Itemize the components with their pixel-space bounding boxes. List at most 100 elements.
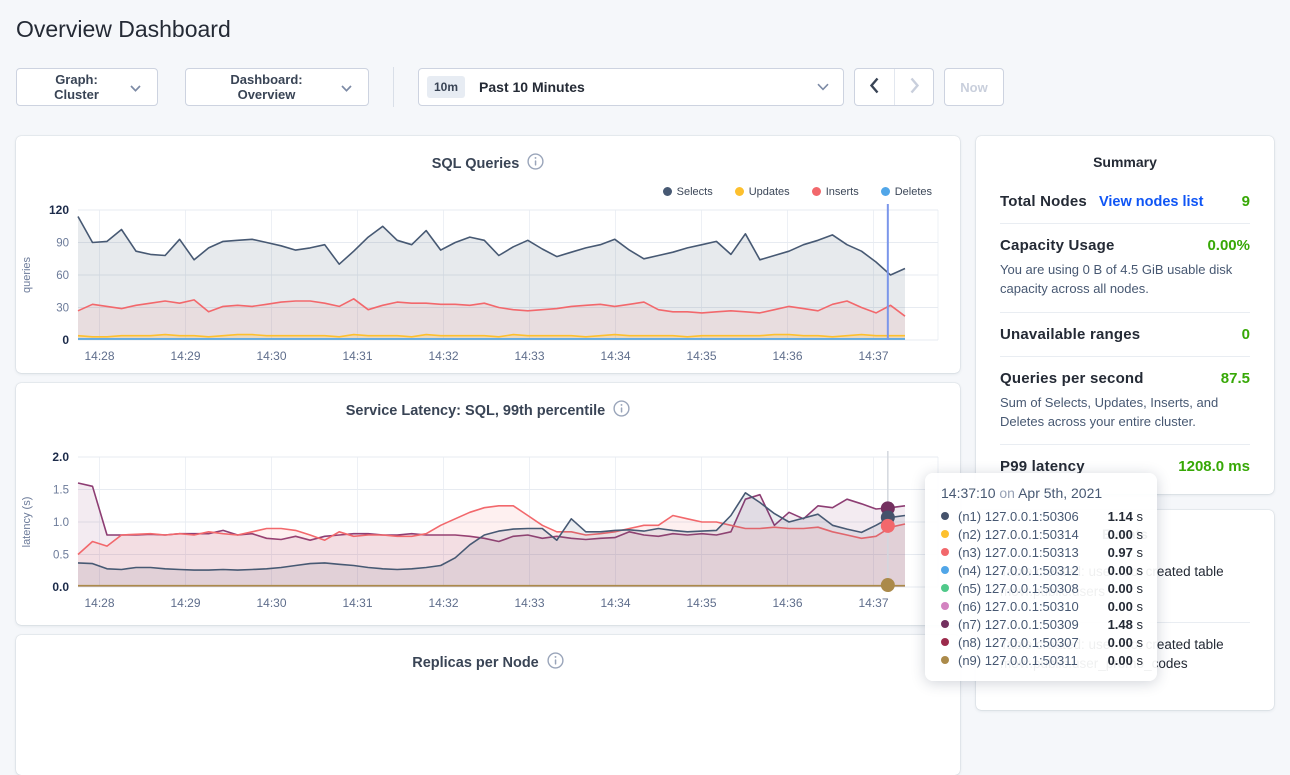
- svg-text:0: 0: [62, 333, 69, 347]
- legend-item[interactable]: Deletes: [881, 183, 932, 200]
- tooltip-date: Apr 5th, 2021: [1018, 485, 1102, 501]
- summary-label: Queries per second: [1000, 370, 1144, 387]
- legend-label: Updates: [749, 186, 790, 198]
- summary-row: Capacity Usage0.00%You are using 0 B of …: [1000, 223, 1250, 312]
- time-range-badge: 10m: [427, 76, 465, 98]
- svg-text:14:35: 14:35: [686, 596, 716, 610]
- dashboard-dropdown[interactable]: Dashboard: Overview: [185, 68, 369, 106]
- tooltip-node-value: 0.00 s: [1108, 599, 1143, 614]
- summary-value: 0: [1242, 326, 1250, 343]
- tooltip-node-label: (n7) 127.0.0.1:50309: [958, 617, 1079, 632]
- tooltip-row: (n6) 127.0.0.1:50310 0.00 s: [941, 597, 1143, 615]
- chevron-down-icon: [817, 78, 829, 96]
- tooltip-node-value: 0.00 s: [1108, 581, 1143, 596]
- tooltip-row: (n2) 127.0.0.1:503140.00 s: [941, 525, 1143, 543]
- summary-value: 9: [1242, 193, 1250, 210]
- node-color-dot: [941, 566, 949, 574]
- summary-panel: Summary Total NodesView nodes list9Capac…: [976, 136, 1274, 494]
- summary-label: Total Nodes: [1000, 193, 1087, 210]
- svg-text:14:31: 14:31: [342, 349, 372, 363]
- summary-value: 87.5: [1221, 370, 1250, 387]
- tooltip-node-value: 0.00 s: [1108, 527, 1143, 542]
- summary-value: 0.00%: [1207, 237, 1250, 254]
- legend-dot: [735, 187, 744, 196]
- summary-row: Queries per second87.5Sum of Selects, Up…: [1000, 356, 1250, 445]
- chart-title: Replicas per Node: [412, 655, 539, 671]
- tooltip-node-value: 0.97 s: [1108, 545, 1143, 560]
- tooltip-rows: (n1) 127.0.0.1:50306 1.14 s(n2) 127.0.0.1…: [941, 507, 1143, 669]
- summary-label: Capacity Usage: [1000, 237, 1115, 254]
- svg-text:14:34: 14:34: [600, 349, 630, 363]
- service-latency-panel: Service Latency: SQL, 99th percentile 14…: [16, 383, 960, 625]
- tooltip-time: 14:37:10: [941, 485, 996, 501]
- legend-item[interactable]: Inserts: [812, 183, 859, 200]
- chart-title: Service Latency: SQL, 99th percentile: [346, 403, 606, 419]
- tooltip-node-label: (n6) 127.0.0.1:50310: [958, 599, 1079, 614]
- chevron-right-icon: [909, 77, 920, 97]
- svg-text:14:36: 14:36: [772, 596, 802, 610]
- summary-value: 1208.0 ms: [1178, 458, 1250, 475]
- info-icon[interactable]: [527, 153, 544, 174]
- svg-text:14:28: 14:28: [84, 349, 114, 363]
- charts-column: SQL Queries Selects Updates Inserts Deletes…: [16, 136, 960, 775]
- legend-label: Inserts: [826, 186, 859, 198]
- svg-text:60: 60: [56, 270, 69, 282]
- info-icon[interactable]: [613, 400, 630, 421]
- tooltip-header: 14:37:10 on Apr 5th, 2021: [941, 485, 1143, 501]
- tooltip-node-label: (n1) 127.0.0.1:50306: [958, 509, 1079, 524]
- time-range-selector[interactable]: 10m Past 10 Minutes: [418, 68, 844, 106]
- summary-rows: Total Nodes View nodes list 9 Capacity Usag…: [976, 180, 1274, 488]
- svg-text:90: 90: [56, 238, 69, 250]
- tooltip-node-value: 1.14 s: [1108, 509, 1143, 524]
- tooltip-row: (n7) 127.0.0.1:50309 1.48 s: [941, 615, 1143, 633]
- svg-text:14:29: 14:29: [170, 349, 200, 363]
- tooltip-row: (n9) 127.0.0.1:503110.00 s: [941, 651, 1143, 669]
- svg-text:14:32: 14:32: [428, 349, 458, 363]
- node-color-dot: [941, 512, 949, 520]
- svg-text:14:37: 14:37: [858, 596, 888, 610]
- graph-dropdown-label: Graph: Cluster: [33, 72, 120, 102]
- svg-text:0.0: 0.0: [52, 580, 69, 594]
- summary-row: Unavailable ranges 0: [1000, 312, 1250, 356]
- tooltip-node-value: 1.48 s: [1108, 617, 1143, 632]
- node-color-dot: [941, 530, 949, 538]
- svg-text:14:37: 14:37: [858, 349, 888, 363]
- info-icon[interactable]: [547, 652, 564, 673]
- prev-time-button[interactable]: [855, 69, 894, 105]
- svg-text:14:29: 14:29: [170, 596, 200, 610]
- tooltip-node-value: 0.00 s: [1108, 653, 1143, 668]
- next-time-button[interactable]: [894, 69, 933, 105]
- tooltip-node-label: (n3) 127.0.0.1:50313: [958, 545, 1079, 560]
- chart-title-row: Replicas per Node: [16, 635, 960, 673]
- svg-text:30: 30: [56, 303, 69, 315]
- sql-queries-panel: SQL Queries Selects Updates Inserts Deletes…: [16, 136, 960, 373]
- summary-label: Unavailable ranges: [1000, 326, 1140, 343]
- tooltip-row: (n4) 127.0.0.1:503120.00 s: [941, 561, 1143, 579]
- svg-text:14:31: 14:31: [342, 596, 372, 610]
- dashboard-dropdown-label: Dashboard: Overview: [202, 72, 331, 102]
- chart-title-row: Service Latency: SQL, 99th percentile: [16, 383, 960, 421]
- svg-text:0.5: 0.5: [53, 550, 69, 562]
- legend-item[interactable]: Updates: [735, 183, 790, 200]
- svg-text:latency (s): latency (s): [21, 497, 33, 548]
- toolbar: Graph: Cluster Dashboard: Overview 10m P…: [16, 67, 1274, 107]
- legend-item[interactable]: Selects: [663, 183, 713, 200]
- legend-dot: [881, 187, 890, 196]
- view-nodes-list-link[interactable]: View nodes list: [1099, 194, 1204, 210]
- graph-dropdown[interactable]: Graph: Cluster: [16, 68, 158, 106]
- chart-title: SQL Queries: [432, 156, 520, 172]
- node-color-dot: [941, 548, 949, 556]
- service-latency-chart[interactable]: 14:2814:2914:3014:3114:3214:3314:3414:35…: [16, 447, 960, 623]
- tooltip-node-label: (n5) 127.0.0.1:50308: [958, 581, 1079, 596]
- tooltip-node-label: (n4) 127.0.0.1:50312: [958, 563, 1079, 578]
- node-color-dot: [941, 602, 949, 610]
- chart-hover-tooltip: 14:37:10 on Apr 5th, 2021 (n1) 127.0.0.1…: [925, 473, 1157, 681]
- time-step-buttons: [854, 68, 934, 106]
- svg-text:14:32: 14:32: [428, 596, 458, 610]
- tooltip-row: (n1) 127.0.0.1:50306 1.14 s: [941, 507, 1143, 525]
- svg-text:2.0: 2.0: [52, 450, 69, 464]
- now-button[interactable]: Now: [944, 68, 1004, 106]
- legend-dot: [812, 187, 821, 196]
- legend-label: Deletes: [895, 186, 932, 198]
- sql-queries-chart[interactable]: 14:2814:2914:3014:3114:3214:3314:3414:35…: [16, 200, 960, 376]
